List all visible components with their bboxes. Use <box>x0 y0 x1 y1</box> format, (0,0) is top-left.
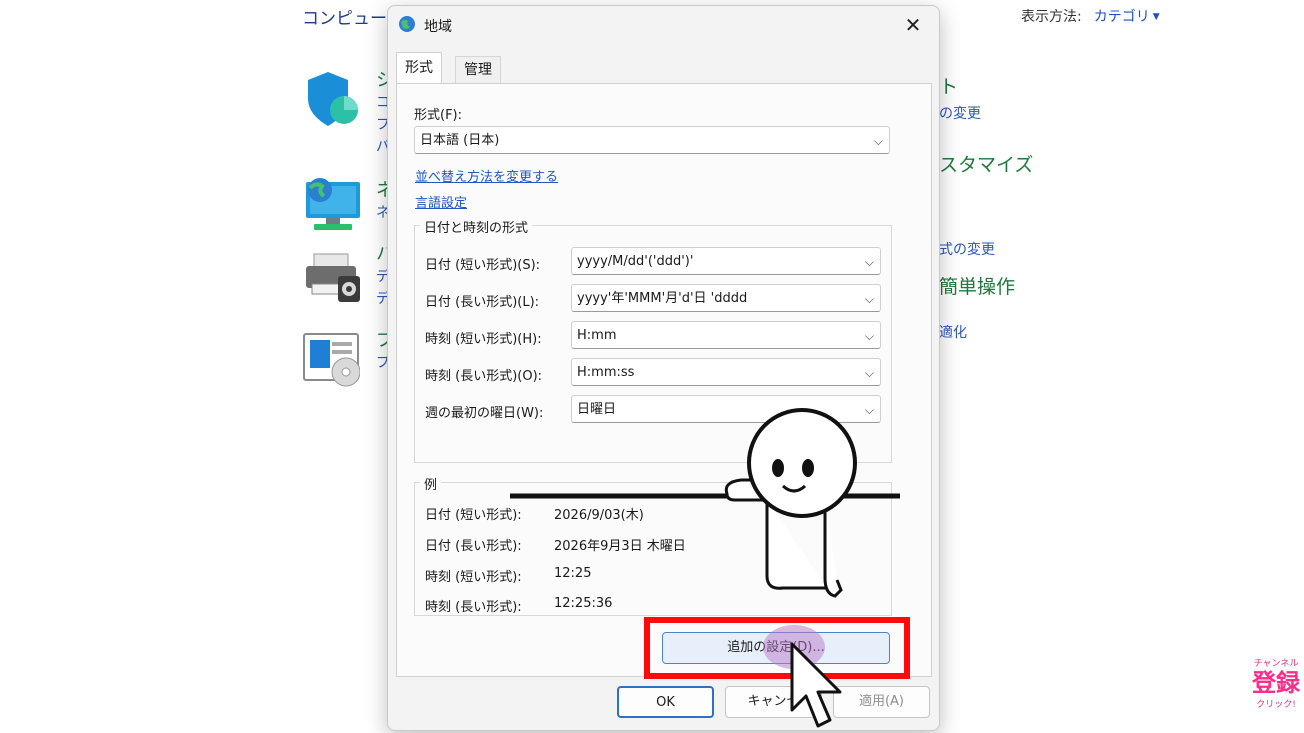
mouse-cursor-icon <box>790 642 842 728</box>
tab-format[interactable]: 形式 <box>396 52 442 85</box>
view-by-label: 表示方法: <box>1021 9 1082 25</box>
chevron-down-icon: ⌵ <box>864 329 874 343</box>
long-time-value: H:mm:ss <box>577 365 635 380</box>
format-select-value: 日本語 (日本) <box>420 133 500 148</box>
short-time-select[interactable]: H:mm ⌵ <box>571 321 881 349</box>
shield-icon[interactable] <box>304 70 362 128</box>
subscribe-main-text: 登録 <box>1252 669 1300 697</box>
dialog-title: 地域 <box>424 19 452 35</box>
subscribe-bottom-text: クリック! <box>1256 700 1296 710</box>
globe-icon <box>399 16 415 32</box>
short-time-value: H:mm <box>577 328 617 343</box>
change-sort-method-link[interactable]: 並べ替え方法を変更する <box>415 166 558 185</box>
chevron-down-icon: ⌵ <box>864 255 874 269</box>
language-settings-link[interactable]: 言語設定 <box>415 192 467 211</box>
printer-icon[interactable] <box>304 250 362 308</box>
subscribe-badge[interactable]: チャンネル 登録 クリック! <box>1250 656 1302 710</box>
highlight-box <box>644 617 910 679</box>
cp-category-accounts[interactable]: ト <box>939 72 958 99</box>
cp-category-appearance[interactable]: スタマイズ <box>939 150 1033 177</box>
subscribe-top-text: チャンネル <box>1253 659 1299 669</box>
examples-group-title: 例 <box>420 474 442 493</box>
format-select[interactable]: 日本語 (日本) ⌵ <box>414 126 890 154</box>
tab-administrative[interactable]: 管理 <box>455 56 501 85</box>
cp-link-change[interactable]: の変更 <box>939 103 981 123</box>
network-globe-icon[interactable] <box>304 176 362 234</box>
long-time-label: 時刻 (長い形式)(O): <box>425 369 543 384</box>
long-date-value: yyyy'年'MMM'月'd'日 'dddd <box>577 291 748 306</box>
cp-link-optimize[interactable]: 適化 <box>939 322 967 342</box>
cp-link-format-change[interactable]: 式の変更 <box>939 239 995 259</box>
datetime-group-title: 日付と時刻の形式 <box>420 217 533 236</box>
chevron-down-icon[interactable]: ▼ <box>1153 12 1160 22</box>
view-by: 表示方法: カテゴリ ▼ <box>1021 6 1160 26</box>
programs-disc-icon[interactable] <box>302 330 360 388</box>
close-icon[interactable]: ✕ <box>898 12 928 38</box>
format-label: 形式(F): <box>414 108 463 123</box>
stick-figure-illustration <box>510 408 900 598</box>
short-date-value: yyyy/M/dd'('ddd')' <box>577 254 694 269</box>
chevron-down-icon: ⌵ <box>864 292 874 306</box>
chevron-down-icon: ⌵ <box>864 366 874 380</box>
cp-category-ease-of-access[interactable]: 簡単操作 <box>939 272 1015 299</box>
view-by-dropdown[interactable]: カテゴリ <box>1094 9 1150 25</box>
short-date-label: 日付 (短い形式)(S): <box>425 258 541 273</box>
long-date-select[interactable]: yyyy'年'MMM'月'd'日 'dddd ⌵ <box>571 284 881 312</box>
short-time-label: 時刻 (短い形式)(H): <box>425 332 542 347</box>
chevron-down-icon: ⌵ <box>873 134 883 148</box>
long-time-select[interactable]: H:mm:ss ⌵ <box>571 358 881 386</box>
short-date-select[interactable]: yyyy/M/dd'('ddd')' ⌵ <box>571 247 881 275</box>
ok-button[interactable]: OK <box>617 686 714 718</box>
long-date-label: 日付 (長い形式)(L): <box>425 295 540 310</box>
